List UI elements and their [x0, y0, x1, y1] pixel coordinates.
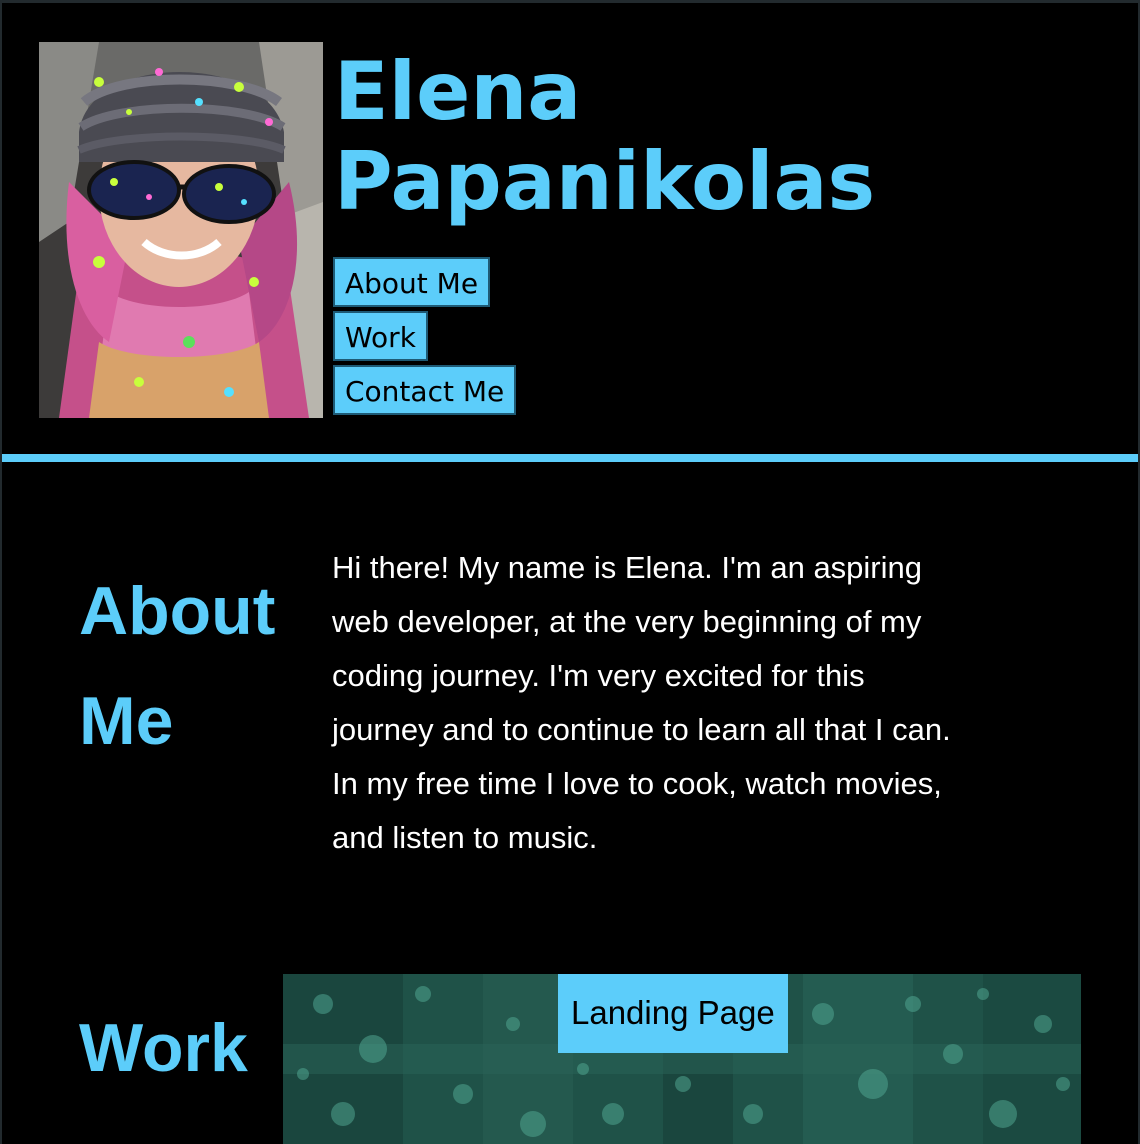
main-nav: About Me Work Contact Me — [333, 257, 517, 419]
landing-page-label[interactable]: Landing Page — [558, 974, 788, 1053]
work-project-card[interactable]: Landing Page — [283, 974, 1081, 1144]
about-line: coding journey. I'm very excited for thi… — [332, 658, 865, 693]
nav-work-link[interactable]: Work — [333, 311, 428, 361]
about-line: Hi there! My name is Elena. I'm an aspir… — [332, 550, 922, 585]
name-last: Papanikolas — [334, 135, 876, 228]
profile-photo-image — [39, 42, 323, 418]
profile-photo — [39, 42, 323, 418]
portfolio-page: Elena Papanikolas About Me Work Contact … — [2, 3, 1138, 1144]
about-heading-line1: About — [79, 573, 276, 649]
name-first: Elena — [334, 45, 582, 138]
page-title: Elena Papanikolas — [334, 47, 875, 227]
about-me-text: Hi there! My name is Elena. I'm an aspir… — [332, 541, 1072, 865]
nav-about-me-link[interactable]: About Me — [333, 257, 491, 307]
about-line: In my free time I love to cook, watch mo… — [332, 766, 942, 801]
about-heading-line2: Me — [79, 683, 174, 759]
about-line: and listen to music. — [332, 820, 598, 855]
work-heading: Work — [79, 1010, 248, 1086]
about-me-heading: About Me — [79, 556, 309, 776]
header-divider — [2, 454, 1138, 462]
about-line: web developer, at the very beginning of … — [332, 604, 922, 639]
about-line: journey and to continue to learn all tha… — [332, 712, 951, 747]
nav-contact-me-link[interactable]: Contact Me — [333, 365, 517, 415]
